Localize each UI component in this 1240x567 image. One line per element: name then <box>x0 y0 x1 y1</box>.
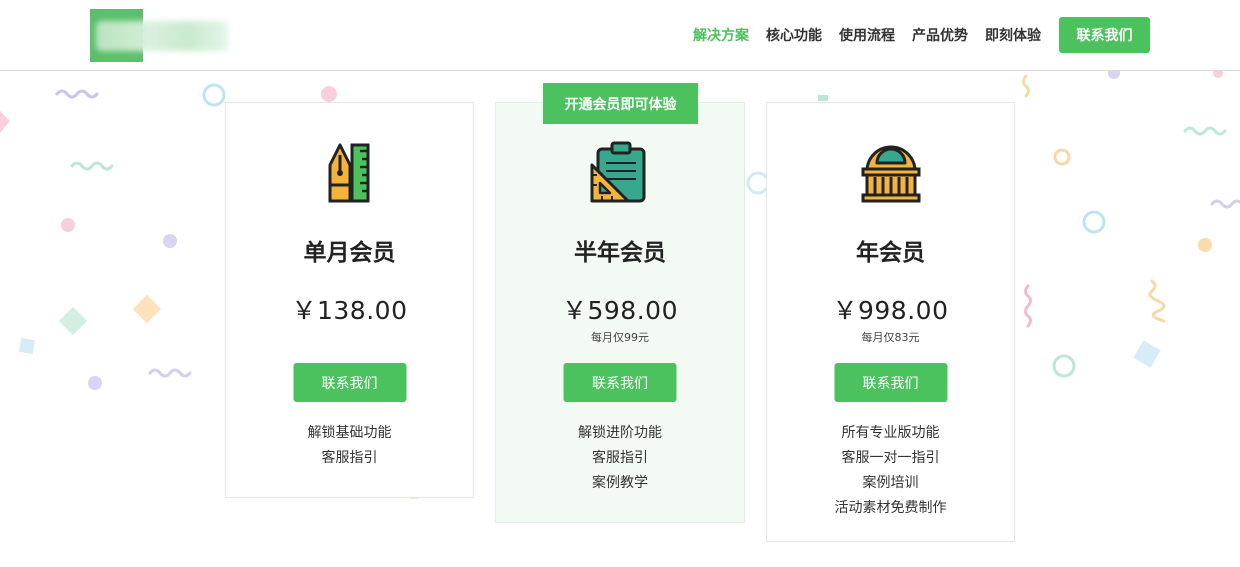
plan-card-monthly: 单月会员 ￥138.00 联系我们 解锁基础功能 客服指引 <box>225 102 474 498</box>
feature-list: 所有专业版功能 客服一对一指引 案例培训 活动素材免费制作 <box>767 421 1014 521</box>
plan-price: ￥138.00 <box>291 296 408 325</box>
membership-ribbon: 开通会员即可体验 <box>543 83 698 124</box>
plan-title: 单月会员 <box>303 240 396 266</box>
plan-price: ￥598.00 <box>562 296 678 325</box>
header-contact-button[interactable]: 联系我们 <box>1059 17 1150 53</box>
feature-item: 客服指引 <box>592 450 648 466</box>
plan-card-yearly: 年会员 ￥998.00 每月仅83元 联系我们 所有专业版功能 客服一对一指引 … <box>766 102 1015 542</box>
plan-price: ￥998.00 <box>832 296 949 325</box>
logo-wordmark-blurred <box>96 21 228 51</box>
nav-item-core-features[interactable]: 核心功能 <box>766 25 822 45</box>
feature-list: 解锁进阶功能 客服指引 案例教学 <box>496 421 744 496</box>
feature-item: 活动素材免费制作 <box>834 500 947 516</box>
top-nav: 解决方案 核心功能 使用流程 产品优势 即刻体验 联系我们 <box>693 17 1150 53</box>
plan-card-half-year: 半年会员 ￥598.00 每月仅99元 联系我们 解锁进阶功能 客服指引 案例教… <box>495 102 745 523</box>
clipboard-set-square-icon <box>590 141 646 203</box>
contact-button[interactable]: 联系我们 <box>834 363 947 402</box>
nav-item-solutions[interactable]: 解决方案 <box>693 25 749 45</box>
plan-monthly-note: 每月仅99元 <box>591 331 649 344</box>
feature-item: 客服指引 <box>321 450 378 466</box>
pen-ruler-icon <box>328 143 369 203</box>
museum-building-icon <box>861 145 920 203</box>
plan-title: 年会员 <box>856 240 925 266</box>
feature-item: 解锁基础功能 <box>307 425 392 441</box>
feature-item: 客服一对一指引 <box>841 450 940 466</box>
logo[interactable] <box>90 9 230 62</box>
contact-button[interactable]: 联系我们 <box>293 363 406 402</box>
feature-item: 解锁进阶功能 <box>578 425 662 441</box>
feature-list: 解锁基础功能 客服指引 <box>226 421 473 471</box>
feature-item: 案例培训 <box>862 475 919 491</box>
contact-button[interactable]: 联系我们 <box>563 363 677 402</box>
site-header: 解决方案 核心功能 使用流程 产品优势 即刻体验 联系我们 <box>0 0 1240 71</box>
plan-monthly-note: 每月仅83元 <box>861 331 920 344</box>
nav-item-usage-flow[interactable]: 使用流程 <box>839 25 895 45</box>
feature-item: 案例教学 <box>592 475 648 491</box>
plan-title: 半年会员 <box>574 240 666 266</box>
nav-item-advantages[interactable]: 产品优势 <box>912 25 968 45</box>
feature-item: 所有专业版功能 <box>841 425 940 441</box>
nav-item-try-now[interactable]: 即刻体验 <box>985 25 1041 45</box>
